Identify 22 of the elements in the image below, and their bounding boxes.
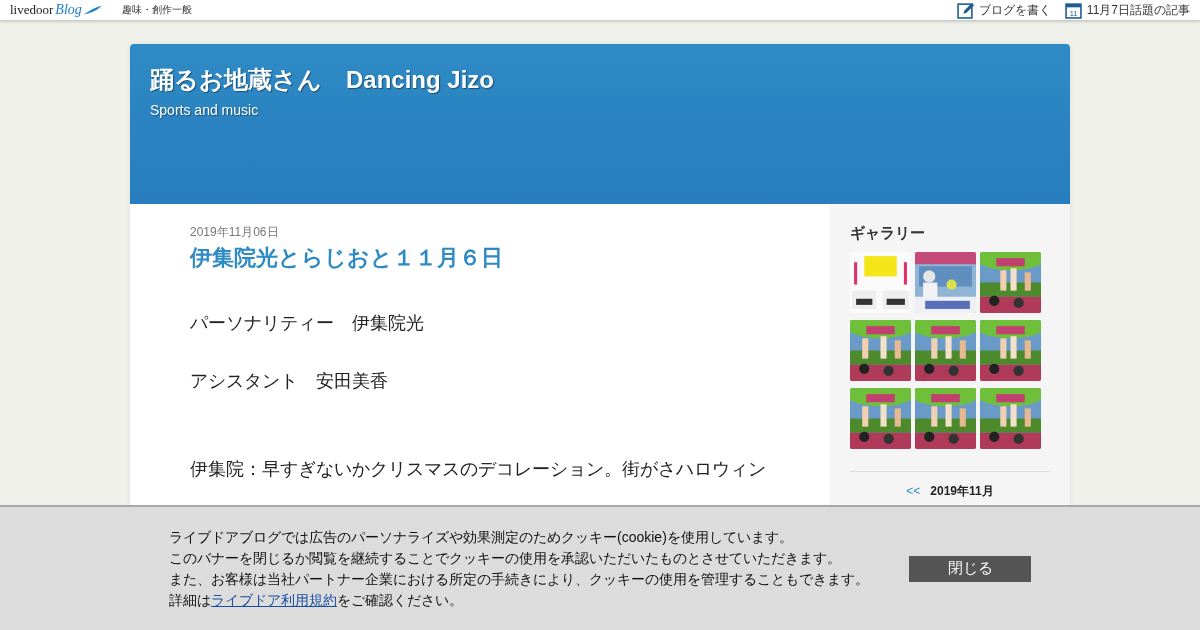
post-title[interactable]: 伊集院光とらじおと１１月６日 bbox=[190, 243, 770, 273]
gallery-title: ギャラリー bbox=[850, 224, 926, 243]
category-link[interactable]: 趣味・創作一般 bbox=[121, 3, 192, 17]
cookie-notice-text: ライブドアブログでは広告のパーソナライズや効果測定のためクッキー(cookie)を使用しています。 bbox=[169, 527, 794, 547]
post-paragraph: パーソナリティー 伊集院光 bbox=[190, 312, 425, 335]
topics-link[interactable]: 11 11月7日話題の記事 bbox=[1064, 1, 1190, 19]
cookie-notice-text: をご確認ください。 bbox=[337, 591, 463, 608]
calendar-icon: 11 bbox=[1064, 1, 1082, 19]
close-button[interactable]: 閉じる bbox=[909, 555, 1031, 582]
calendar-month: 2019年11月 bbox=[930, 484, 994, 498]
terms-link[interactable]: ライブドア利用規約 bbox=[211, 591, 337, 608]
cookie-notice-text: このバナーを閉じるか閲覧を継続することでクッキーの使用を承認いただいたものとさせていただきます。 bbox=[169, 548, 842, 568]
write-blog-link[interactable]: ブログを書く bbox=[956, 1, 1051, 19]
blog-subtitle: Sports and music bbox=[150, 102, 260, 118]
previous-month-link[interactable]: << bbox=[906, 484, 921, 498]
cookie-notice-text: 詳細は bbox=[169, 591, 211, 608]
cookie-notice-text: また、お客様は当社パートナー企業における所定の手続きにより、クッキーの使用を管理することもできます。 bbox=[169, 569, 869, 589]
blog-title[interactable]: 踊るお地蔵さん Dancing Jizo bbox=[150, 64, 1050, 96]
site-logo[interactable]: livedoorBlog bbox=[10, 2, 102, 18]
post-paragraph: アシスタント 安田美香 bbox=[190, 370, 389, 393]
post-date: 2019年11月06日 bbox=[190, 224, 280, 241]
post-paragraph: 伊集院：早すぎないかクリスマスのデコレーション。街がさハロウィン bbox=[190, 458, 767, 481]
